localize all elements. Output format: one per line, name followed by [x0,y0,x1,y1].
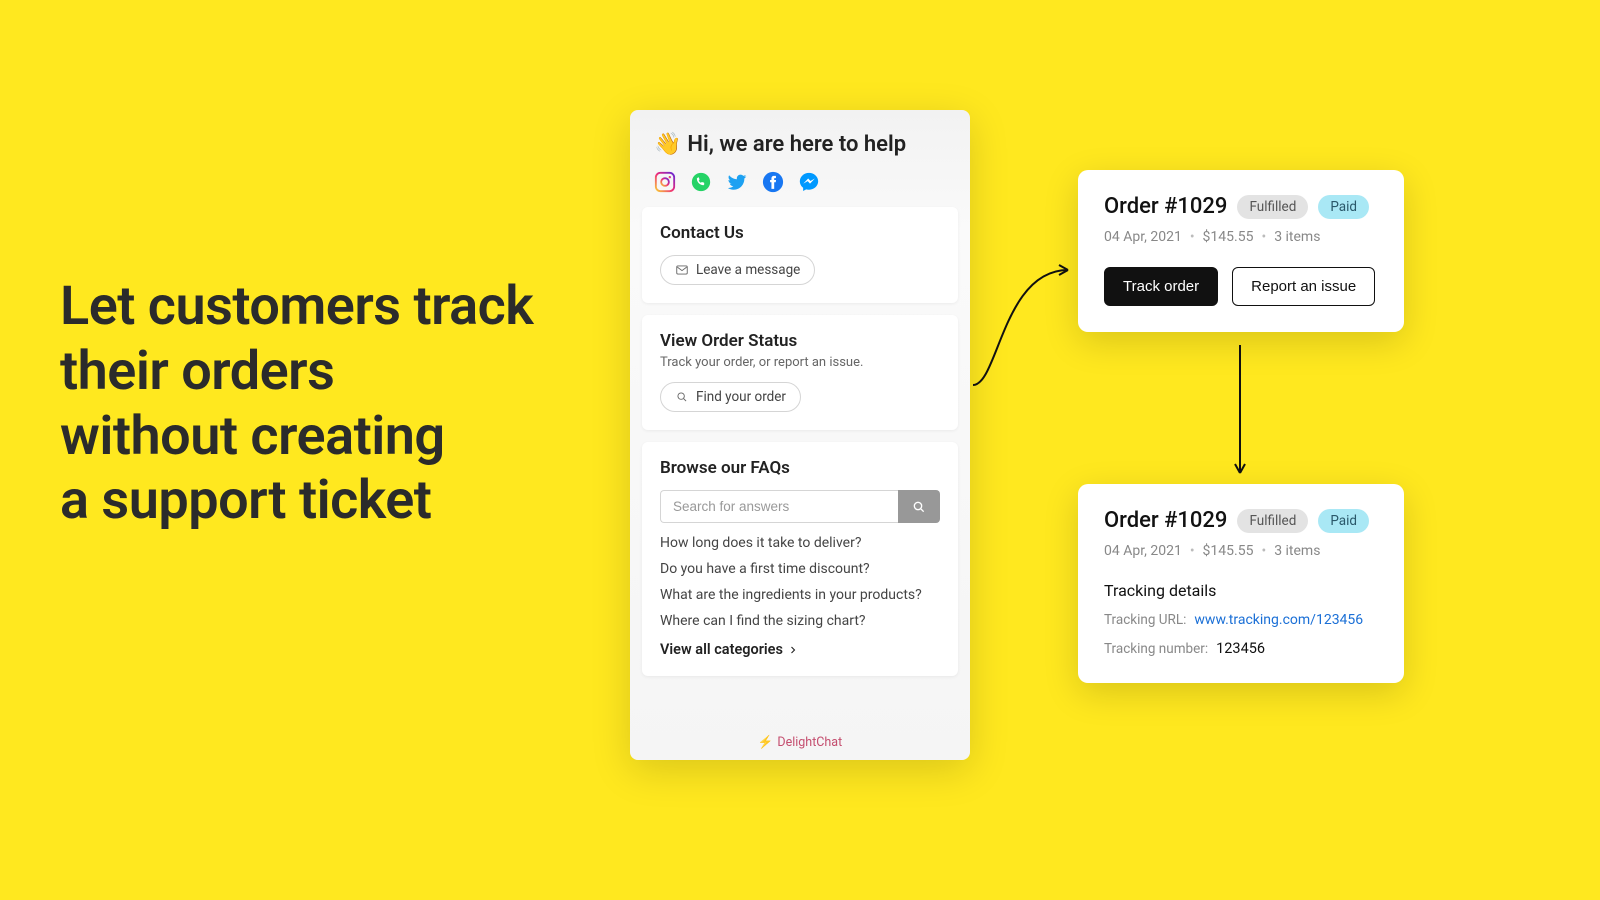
order-amount: $145.55 [1203,543,1254,559]
faq-list: How long does it take to deliver? Do you… [660,535,940,629]
order-status-card: View Order Status Track your order, or r… [642,315,958,430]
faq-search [660,490,940,523]
contact-us-title: Contact Us [660,223,940,243]
headline-line-1: Let customers track [60,275,600,340]
widget-greeting-text: Hi, we are here to help [687,132,906,157]
search-icon [911,499,927,515]
view-all-label: View all categories [660,641,783,658]
status-badge-paid: Paid [1318,509,1369,533]
leave-message-button[interactable]: Leave a message [660,255,815,285]
instagram-icon[interactable] [654,171,676,193]
order-title: Order #1029 [1104,194,1227,219]
status-badge-fulfilled: Fulfilled [1237,195,1308,219]
wave-icon: 👋 [654,132,681,157]
twitter-icon[interactable] [726,171,748,193]
widget-body: Contact Us Leave a message View Order St… [630,207,970,721]
faq-search-button[interactable] [898,490,940,523]
order-items: 3 items [1274,229,1320,245]
headline-line-4: a support ticket [60,469,600,534]
mail-icon [675,263,689,277]
faq-item[interactable]: Do you have a first time discount? [660,561,940,577]
order-header: Order #1029 Fulfilled Paid [1104,508,1378,533]
messenger-icon[interactable] [798,171,820,193]
order-tracking-card: Order #1029 Fulfilled Paid 04 Apr, 2021•… [1078,484,1404,683]
order-date: 04 Apr, 2021 [1104,543,1182,559]
chevron-right-icon [787,644,799,656]
tracking-url-link[interactable]: www.tracking.com/123456 [1194,612,1363,628]
faq-item[interactable]: Where can I find the sizing chart? [660,613,940,629]
tracking-number-row: Tracking number: 123456 [1104,640,1378,657]
faqs-title: Browse our FAQs [660,458,940,478]
order-summary-card: Order #1029 Fulfilled Paid 04 Apr, 2021•… [1078,170,1404,332]
search-icon [675,390,689,404]
social-icons-row [654,171,946,193]
headline-line-2: their orders [60,340,600,405]
order-status-title: View Order Status [660,331,940,351]
help-widget: 👋 Hi, we are here to help Contact Us [630,110,970,760]
find-order-button[interactable]: Find your order [660,382,801,412]
order-amount: $145.55 [1203,229,1254,245]
whatsapp-icon[interactable] [690,171,712,193]
headline-line-3: without creating [60,405,600,470]
widget-footer: ⚡ DelightChat [630,721,970,760]
bolt-icon: ⚡ [758,735,774,750]
report-issue-button[interactable]: Report an issue [1232,267,1375,306]
contact-us-card: Contact Us Leave a message [642,207,958,303]
status-badge-fulfilled: Fulfilled [1237,509,1308,533]
order-header: Order #1029 Fulfilled Paid [1104,194,1378,219]
order-items: 3 items [1274,543,1320,559]
faq-item[interactable]: How long does it take to deliver? [660,535,940,551]
widget-header: 👋 Hi, we are here to help [630,110,970,207]
order-actions: Track order Report an issue [1104,267,1378,306]
tracking-number-value: 123456 [1216,640,1265,657]
track-order-button[interactable]: Track order [1104,267,1218,306]
view-all-categories-link[interactable]: View all categories [660,641,940,658]
status-badge-paid: Paid [1318,195,1369,219]
find-order-label: Find your order [696,389,786,405]
footer-brand: DelightChat [777,735,842,750]
leave-message-label: Leave a message [696,262,800,278]
tracking-url-row: Tracking URL: www.tracking.com/123456 [1104,612,1378,628]
facebook-icon[interactable] [762,171,784,193]
order-meta: 04 Apr, 2021• $145.55• 3 items [1104,543,1378,559]
order-status-subtitle: Track your order, or report an issue. [660,355,940,370]
connector-arrow-1 [968,250,1088,400]
marketing-headline: Let customers track their orders without… [60,275,600,534]
faq-item[interactable]: What are the ingredients in your product… [660,587,940,603]
faq-search-input[interactable] [660,490,898,523]
order-meta: 04 Apr, 2021• $145.55• 3 items [1104,229,1378,245]
tracking-url-label: Tracking URL: [1104,612,1186,628]
connector-arrow-2 [1230,345,1250,485]
tracking-number-label: Tracking number: [1104,641,1208,657]
order-date: 04 Apr, 2021 [1104,229,1182,245]
widget-title: 👋 Hi, we are here to help [654,132,946,157]
order-title: Order #1029 [1104,508,1227,533]
faqs-card: Browse our FAQs How long does it take to… [642,442,958,676]
tracking-details-heading: Tracking details [1104,581,1378,600]
